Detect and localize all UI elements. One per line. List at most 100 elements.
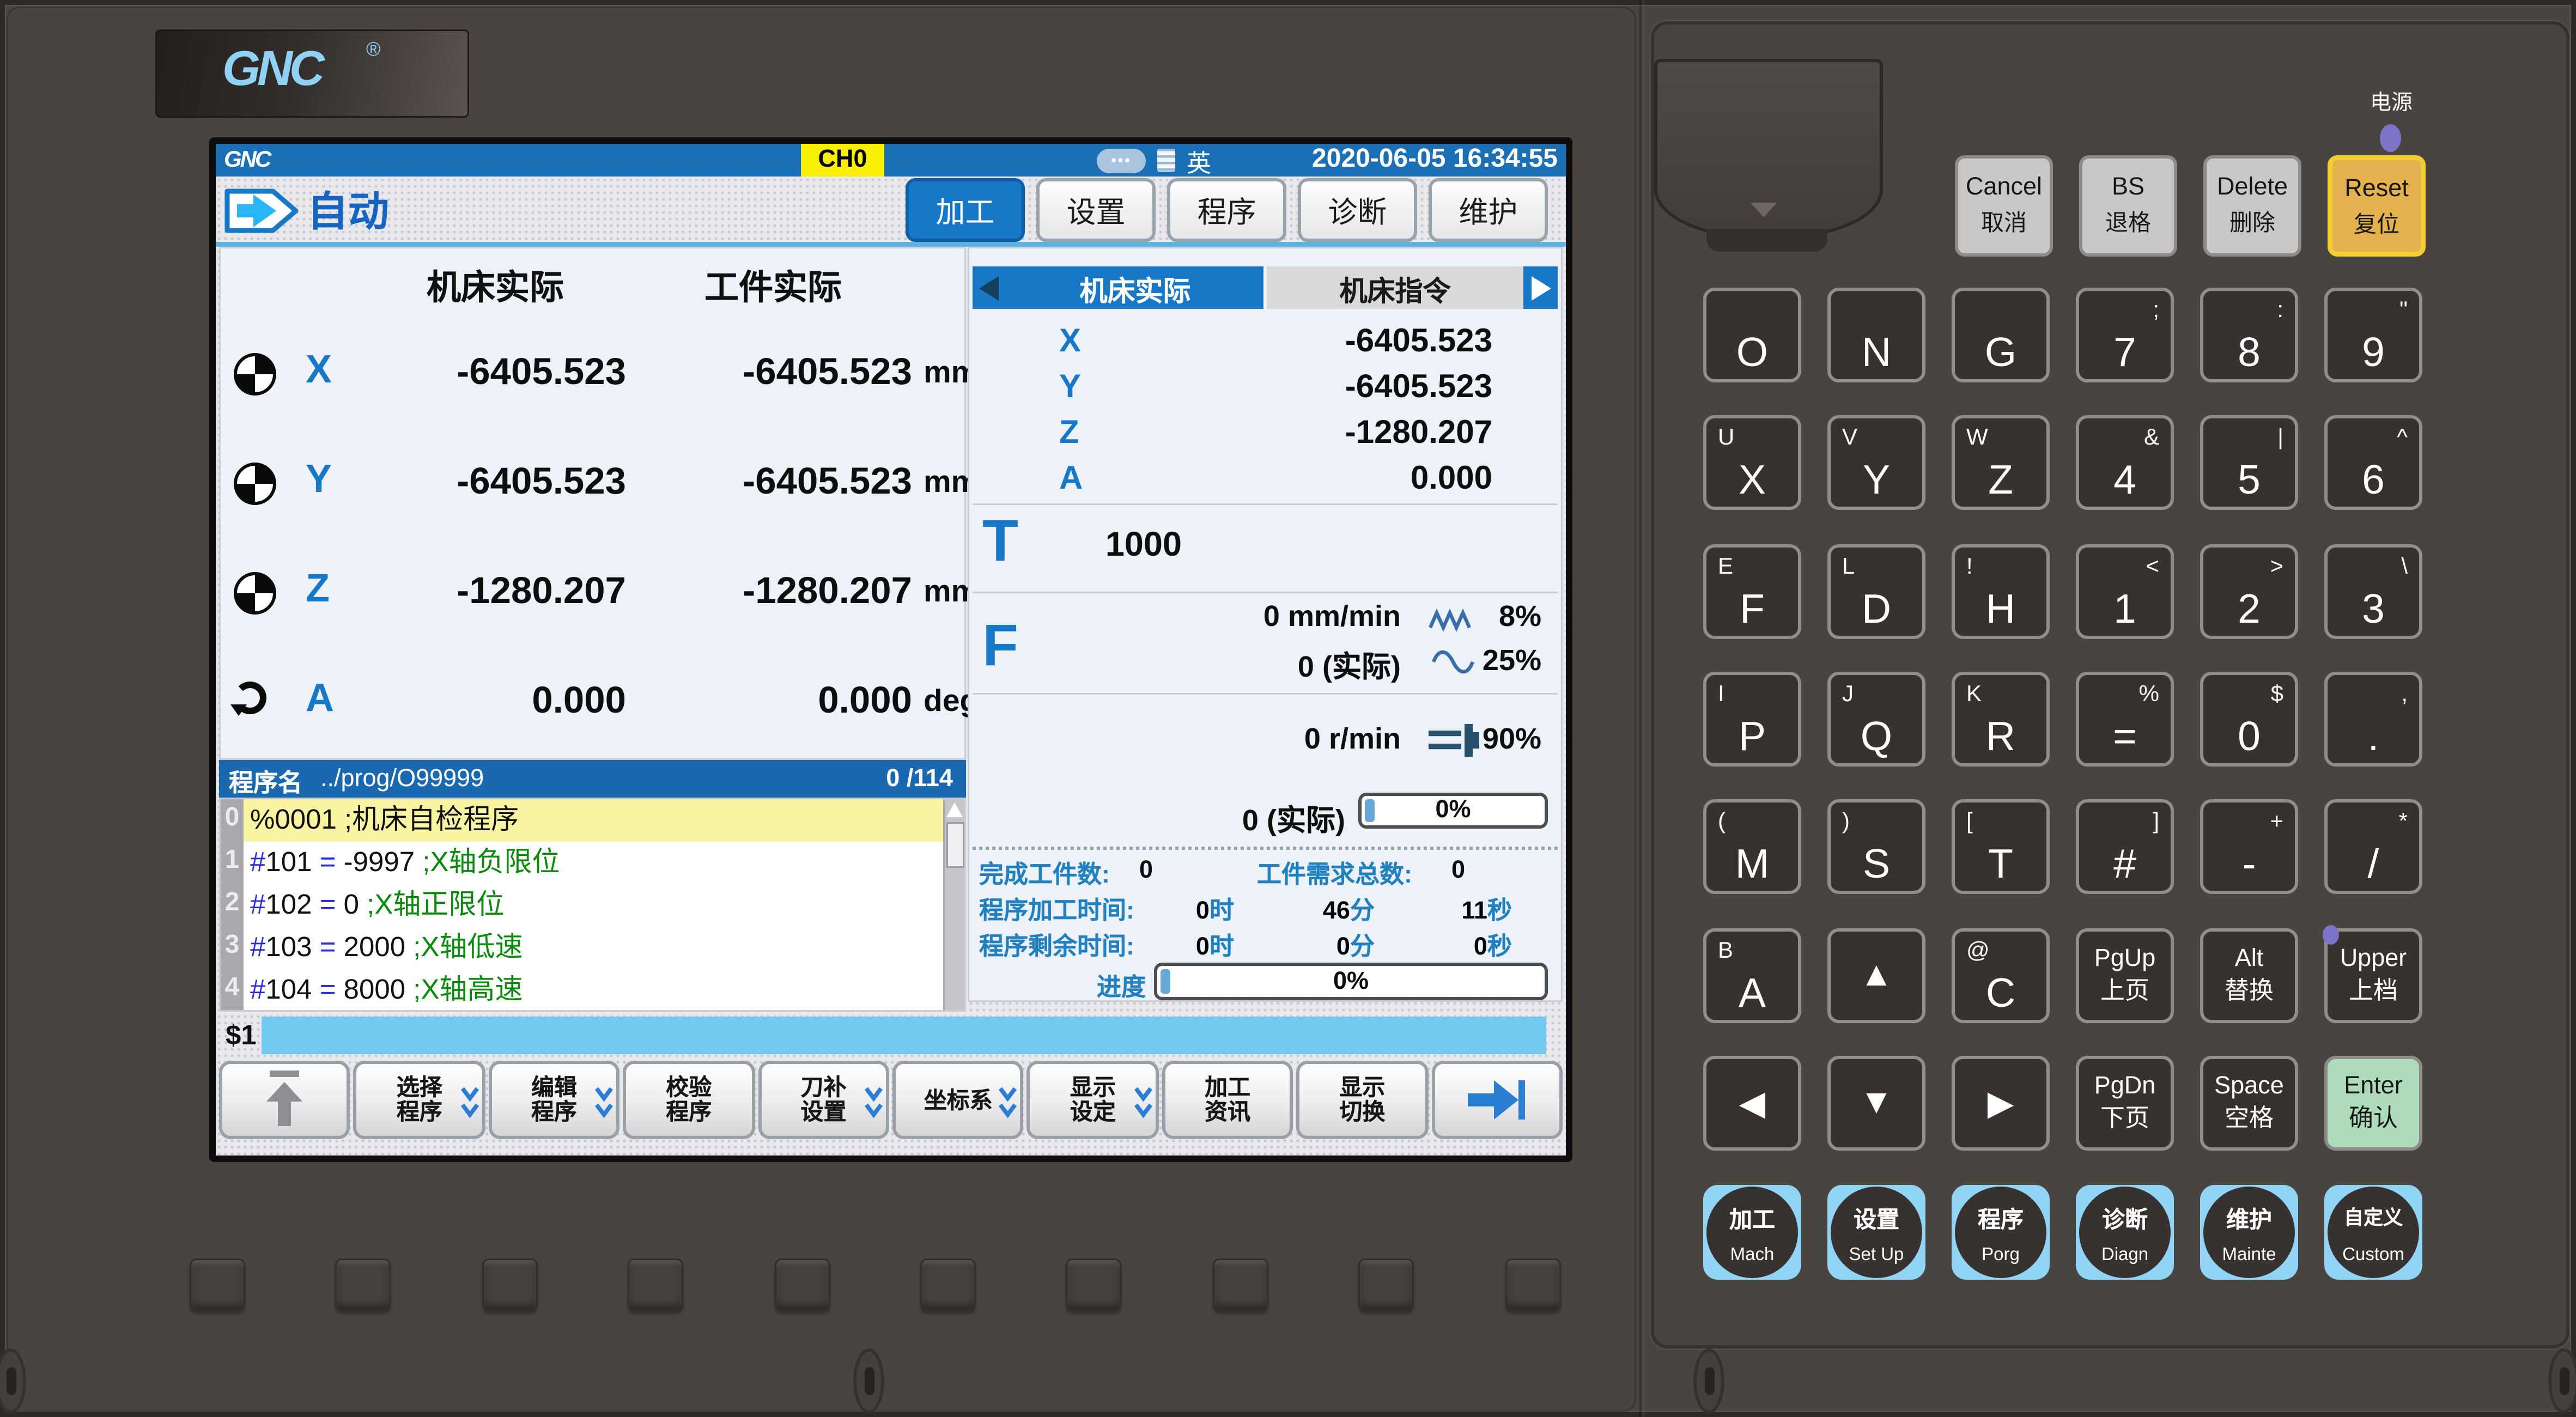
tab-设置[interactable]: 设置 [1036,178,1156,242]
key-g[interactable]: G [1952,288,2050,382]
key-5[interactable]: 5| [2200,415,2298,510]
blank-button[interactable] [482,1258,538,1311]
key-.[interactable]: ., [2324,672,2422,767]
prev-view-arrow-icon[interactable] [973,266,1007,309]
key--[interactable]: -+ [2200,799,2298,894]
mdi-command-input[interactable] [262,1017,1546,1054]
key-c[interactable]: C@ [1952,928,2050,1023]
key-alt[interactable]: Alt替换 [2200,928,2298,1023]
softkey-刀补设置[interactable]: 刀补设置 [758,1061,889,1139]
blank-button[interactable] [335,1258,391,1311]
key-7[interactable]: 7; [2076,288,2174,382]
scrollbar-thumb[interactable] [946,822,964,868]
key-arrow-left[interactable]: ◀ [1703,1056,1801,1151]
softkey-加工资讯[interactable]: 加工资讯 [1162,1061,1293,1139]
key-m[interactable]: M( [1703,799,1801,894]
key-h[interactable]: H! [1952,544,2050,639]
softkey-校验程序[interactable]: 校验程序 [623,1061,755,1139]
power-led-icon [2380,124,2401,152]
key-s[interactable]: S) [1827,799,1925,894]
key-t[interactable]: T[ [1952,799,2050,894]
function-key-mach[interactable]: 加工Mach [1703,1185,1801,1280]
line-number: 1 [221,847,244,876]
message-dots-icon[interactable]: ••• [1097,149,1146,173]
blank-button[interactable] [920,1258,976,1311]
key-6[interactable]: 6^ [2324,415,2422,510]
blank-button[interactable] [628,1258,683,1311]
program-line[interactable]: #103 = 2000 ;X轴低速 [244,927,945,969]
key-9[interactable]: 9" [2324,288,2422,382]
softkey-right-arrow[interactable] [1431,1061,1563,1139]
program-line[interactable]: #104 = 8000 ;X轴高速 [244,969,945,1012]
key-r[interactable]: RK [1952,672,2050,767]
blank-button[interactable] [1358,1258,1414,1311]
key-reset[interactable]: Reset复位 [2328,155,2426,257]
program-line[interactable]: %0001 ;机床自检程序 [244,799,945,842]
key-upper[interactable]: Upper上档 [2324,928,2422,1023]
key-cancel[interactable]: Cancel取消 [1955,155,2053,257]
function-key-porg[interactable]: 程序Porg [1952,1185,2050,1280]
view-machine-command[interactable]: 机床指令 [1263,266,1523,309]
softkey-坐标系[interactable]: 坐标系 [892,1061,1024,1139]
blank-button[interactable] [190,1258,245,1311]
blank-button[interactable] [1505,1258,1561,1311]
program-line[interactable]: #102 = 0 ;X轴正限位 [244,884,945,927]
key-x[interactable]: XU [1703,415,1801,510]
key-arrow-up[interactable]: ▲ [1827,928,1925,1023]
key-arrow-down[interactable]: ▼ [1827,1056,1925,1151]
screen-ui: GNC CH0 ••• 英 2020-06-05 16:34:55 自动 加工设… [216,144,1566,1156]
key-0[interactable]: 0$ [2200,672,2298,767]
coord-value: 0.000 [1133,461,1492,498]
softkey-up-arrow[interactable] [219,1061,350,1139]
key-8[interactable]: 8: [2200,288,2298,382]
key-q[interactable]: QJ [1827,672,1925,767]
function-key-custom[interactable]: 自定义Custom [2324,1185,2422,1280]
key-pgdn[interactable]: PgDn下页 [2076,1056,2174,1151]
blank-button[interactable] [1066,1258,1121,1311]
key-d[interactable]: DL [1827,544,1925,639]
key-/[interactable]: /* [2324,799,2422,894]
function-key-mainte[interactable]: 维护Mainte [2200,1185,2298,1280]
program-line[interactable]: #101 = -9997 ;X轴负限位 [244,842,945,884]
function-key-set-up[interactable]: 设置Set Up [1827,1185,1925,1280]
function-key-diagn[interactable]: 诊断Diagn [2076,1185,2174,1280]
blank-button[interactable] [775,1258,830,1311]
key-space[interactable]: Space空格 [2200,1056,2298,1151]
blank-button[interactable] [1213,1258,1268,1311]
key-p[interactable]: PI [1703,672,1801,767]
scroll-cursor-icon[interactable] [946,802,963,817]
key-pgup[interactable]: PgUp上页 [2076,928,2174,1023]
program-scrollbar[interactable] [943,799,964,1010]
usb-cover-handle[interactable] [1706,229,1827,252]
feed-actual: 0 (实际) [1116,644,1401,686]
key-1[interactable]: 1< [2076,544,2174,639]
tab-维护[interactable]: 维护 [1429,178,1548,242]
key-f[interactable]: FE [1703,544,1801,639]
softkey-选择程序[interactable]: 选择程序 [354,1061,485,1139]
key-y[interactable]: YV [1827,415,1925,510]
key-a[interactable]: AB [1703,928,1801,1023]
softkey-编辑程序[interactable]: 编辑程序 [488,1061,619,1139]
key-4[interactable]: 4& [2076,415,2174,510]
status-bar: GNC CH0 ••• 英 2020-06-05 16:34:55 [216,144,1566,177]
next-view-arrow-icon[interactable] [1523,266,1558,309]
key-z[interactable]: ZW [1952,415,2050,510]
language-indicator[interactable]: 英 [1187,145,1211,180]
key-delete[interactable]: Delete删除 [2203,155,2301,257]
machine-actual-value: 0.000 [348,678,626,722]
key-3[interactable]: 3\ [2324,544,2422,639]
softkey-显示切换[interactable]: 显示切换 [1297,1061,1428,1139]
key-2[interactable]: 2> [2200,544,2298,639]
tab-加工[interactable]: 加工 [906,178,1025,242]
softkey-显示设定[interactable]: 显示设定 [1027,1061,1158,1139]
view-machine-actual[interactable]: 机床实际 [1007,266,1263,309]
key-#[interactable]: #] [2076,799,2174,894]
tab-诊断[interactable]: 诊断 [1298,178,1417,242]
tab-程序[interactable]: 程序 [1167,178,1286,242]
key-enter[interactable]: Enter确认 [2324,1056,2422,1151]
key-o[interactable]: O [1703,288,1801,382]
key-bs[interactable]: BS退格 [2079,155,2177,257]
key-=[interactable]: =% [2076,672,2174,767]
key-n[interactable]: N [1827,288,1925,382]
key-arrow-right[interactable]: ▶ [1952,1056,2050,1151]
